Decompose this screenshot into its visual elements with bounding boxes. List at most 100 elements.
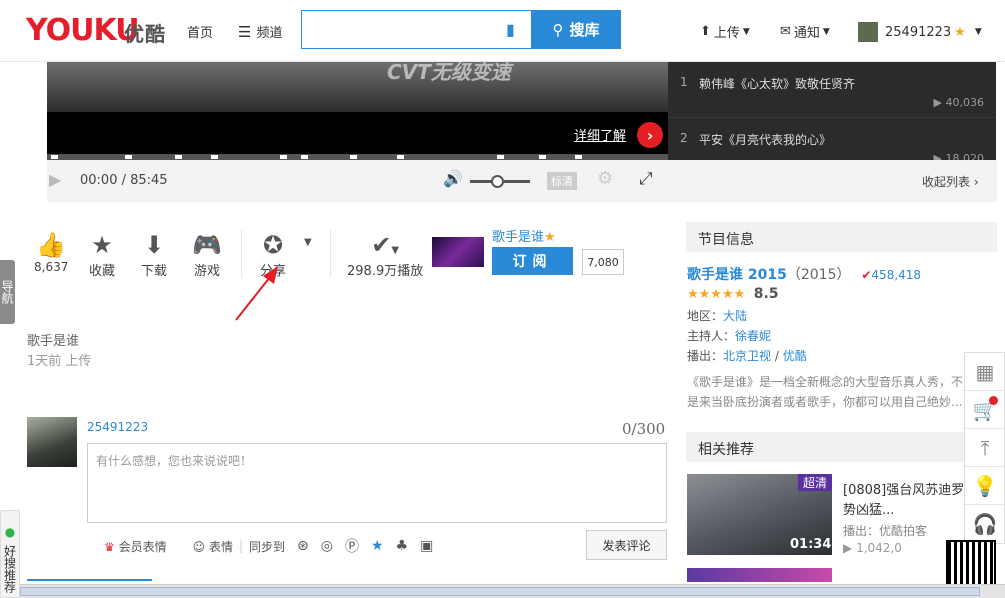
playlist-title: 赖伟峰《心太软》致敬任贤齐: [699, 77, 856, 91]
arrow-right-icon[interactable]: ›: [637, 122, 663, 148]
video-player[interactable]: CVT无级变速: [47, 62, 668, 160]
recommend-by: 播出：优酷拍客: [843, 524, 928, 538]
bar-chart-icon[interactable]: ▮: [506, 20, 515, 39]
cart-icon[interactable]: 🛒: [965, 391, 1005, 429]
youku-logo-cn[interactable]: 优酷: [124, 18, 166, 47]
game-label: 游戏: [193, 264, 220, 279]
divider: [330, 230, 331, 278]
recommend-title-1[interactable]: [0808]强台风苏迪罗: [843, 479, 964, 498]
chapter-marker: [125, 155, 132, 159]
headset-icon[interactable]: 🎧: [965, 505, 1005, 543]
play-icon[interactable]: ▶: [49, 170, 61, 189]
nav-channel-label: 频道: [256, 26, 283, 41]
chapter-marker: [280, 155, 287, 159]
chapter-marker: [51, 155, 58, 159]
notify-menu[interactable]: ✉ 通知 ▼: [780, 22, 830, 41]
program-desc-1: 《歌手是谁》是一档全新概念的大型音乐真人秀，不: [687, 375, 964, 389]
recommend-heading: 相关推荐: [686, 432, 997, 462]
vip-emoji-label: 会员表情: [118, 539, 167, 554]
collapse-label: 收起列表: [922, 175, 971, 189]
comment-username[interactable]: 25491223: [87, 420, 148, 434]
chapter-marker: [539, 155, 546, 159]
host-link[interactable]: 徐春妮: [735, 329, 771, 343]
recommend-title-2[interactable]: 势凶猛...: [843, 499, 894, 518]
vip-emoji-button[interactable]: ♛ 会员表情: [104, 538, 167, 555]
nav-channel[interactable]: ☰ 频道: [238, 22, 283, 42]
game-button[interactable]: 🎮 游戏: [192, 230, 222, 279]
mail-icon: ✉: [780, 24, 791, 39]
horizontal-scrollbar[interactable]: [20, 584, 1005, 598]
recommend-views: ▶ 1,042,0: [843, 541, 902, 555]
chevron-down-icon[interactable]: ▼: [304, 237, 312, 248]
chapter-marker: [301, 155, 308, 159]
player-controls: ▶ 00:00 / 85:45 🔊 标清 ⚙ ⤢ 收起列表 ›: [47, 160, 997, 202]
search-icon: ⚲: [552, 20, 564, 39]
qzone-icon[interactable]: ★: [371, 538, 384, 554]
collapse-list[interactable]: 收起列表 ›: [922, 173, 979, 190]
play-icon: ▶: [843, 541, 853, 555]
subscribe-button[interactable]: 订阅: [492, 247, 573, 275]
program-title[interactable]: 歌手是谁 2015（2015） ✔458,418: [687, 264, 921, 284]
favorite-button[interactable]: ★ 收藏: [89, 230, 115, 279]
play-icon: ▶: [933, 96, 942, 109]
volume-knob[interactable]: [491, 175, 504, 188]
broadcast-link-b[interactable]: 优酷: [783, 349, 807, 363]
host-row: 主持人：徐春妮: [687, 327, 771, 344]
gear-icon[interactable]: ⚙: [597, 168, 613, 189]
download-button[interactable]: ⬇ 下载: [141, 230, 167, 279]
playlist-item[interactable]: 1 赖伟峰《心太软》致敬任贤齐 ▶ 40,036: [668, 62, 996, 117]
search-button[interactable]: ⚲ 搜库: [531, 10, 621, 49]
share-icon: ✪: [262, 231, 284, 259]
douban-icon[interactable]: ♣: [396, 538, 409, 554]
status-dot-icon: ●: [4, 525, 16, 539]
quality-button[interactable]: 标清: [547, 172, 577, 190]
qr-code-icon[interactable]: ▦: [965, 353, 1005, 391]
playlist: 1 赖伟峰《心太软》致敬任贤齐 ▶ 40,036 2 平安《月亮代表我的心》 ▶…: [668, 62, 996, 165]
upload-label: 上传: [713, 26, 740, 41]
avatar[interactable]: [27, 417, 77, 467]
haosou-recommend-tab[interactable]: ● 好搜推荐: [0, 510, 20, 598]
channel-thumbnail[interactable]: [432, 237, 484, 267]
chapter-marker: [397, 155, 404, 159]
recommend-thumbnail-2[interactable]: [687, 568, 832, 582]
chapter-marker: [350, 155, 357, 159]
volume-slider[interactable]: [470, 175, 530, 188]
lightbulb-icon[interactable]: 💡: [965, 467, 1005, 505]
weibo-icon[interactable]: ◎: [321, 538, 333, 554]
search-input[interactable]: ▮: [301, 10, 532, 49]
playlist-title: 平安《月亮代表我的心》: [699, 133, 832, 147]
video-frame: [47, 62, 668, 112]
emoji-button[interactable]: ☺ 表情: [193, 538, 233, 555]
region-link[interactable]: 大陆: [723, 309, 747, 323]
program-title-text: 歌手是谁 2015: [687, 267, 787, 283]
chevron-down-icon: ▼: [742, 26, 750, 37]
side-nav-tab[interactable]: 导航: [0, 260, 15, 324]
rating: ★★★★★ 8.5: [687, 286, 779, 302]
tencent-weibo-icon[interactable]: Ⓟ: [345, 536, 359, 556]
comment-textarea[interactable]: 有什么感想，您也来说说吧！: [87, 443, 667, 523]
youku-logo[interactable]: YOUKU: [26, 14, 140, 48]
avatar: [858, 22, 878, 42]
nav-home[interactable]: 首页: [187, 22, 213, 41]
back-to-top-icon[interactable]: ⤒: [965, 429, 1005, 467]
learn-more-link[interactable]: 详细了解: [574, 125, 626, 144]
post-comment-button[interactable]: 发表评论: [586, 530, 667, 560]
renren-icon[interactable]: ⊛: [297, 538, 309, 554]
channel-name-label: 歌手是谁: [492, 230, 545, 245]
haosou-label: 好搜推荐: [2, 545, 17, 593]
divider: |: [238, 539, 244, 553]
kaixin-icon[interactable]: ▣: [420, 538, 433, 554]
scrollbar-thumb[interactable]: [20, 587, 980, 596]
chapter-marker: [497, 155, 504, 159]
user-menu[interactable]: 25491223 ★ ▼: [858, 22, 982, 42]
volume-icon[interactable]: 🔊: [443, 169, 463, 188]
upload-menu[interactable]: ⬆ 上传 ▼: [700, 22, 750, 41]
fullscreen-icon[interactable]: ⤢: [639, 169, 653, 189]
chevron-down-icon: ▼: [822, 26, 830, 37]
channel-name[interactable]: 歌手是谁★: [492, 226, 556, 245]
like-button[interactable]: 👍 8,637: [34, 230, 68, 275]
broadcast-link-a[interactable]: 北京卫视: [723, 349, 771, 363]
annotation-arrow: [235, 266, 278, 321]
playlist-num: 2: [680, 131, 688, 145]
floating-toolbar: ▦ 🛒 ⤒ 💡 🎧: [964, 352, 1005, 544]
